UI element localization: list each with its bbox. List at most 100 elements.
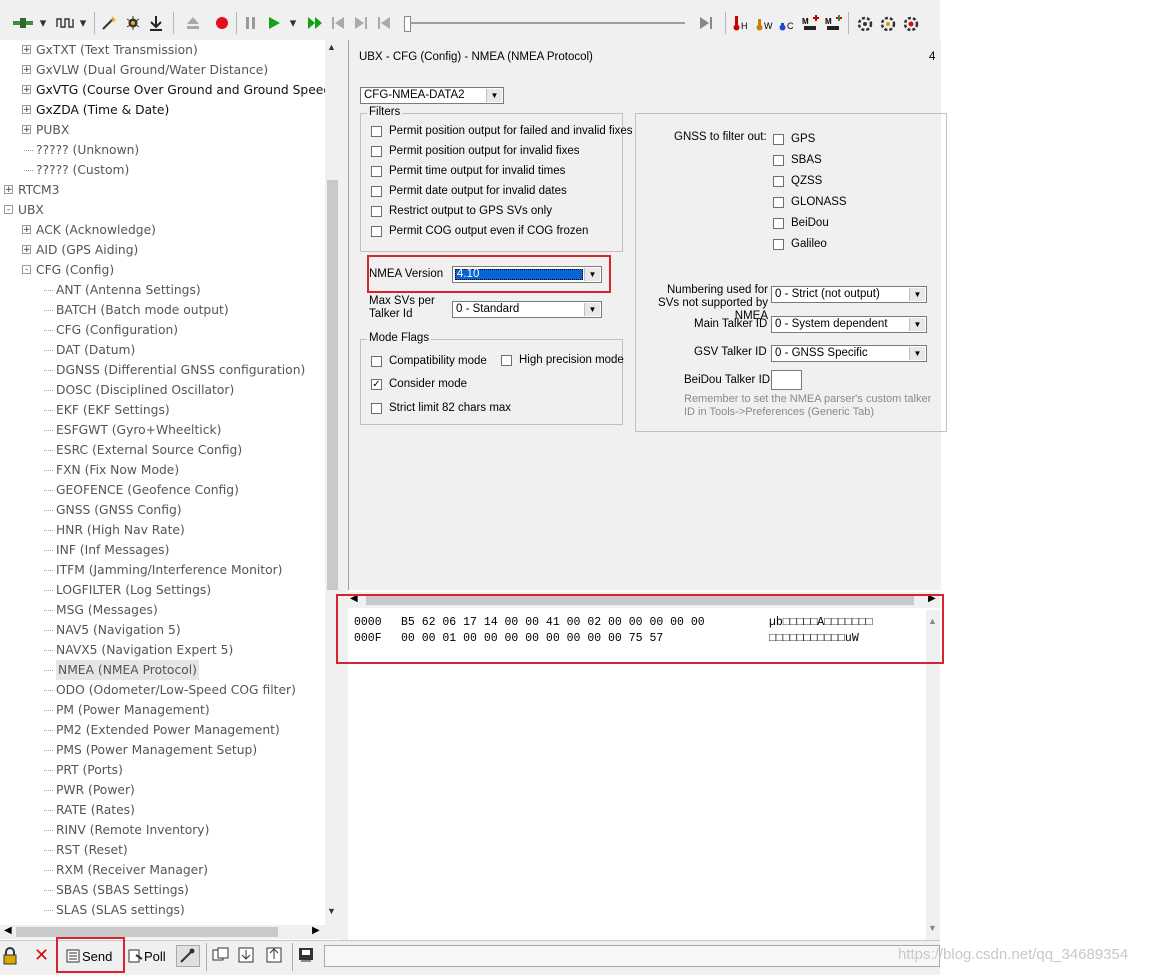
step-back-icon[interactable] (327, 12, 349, 34)
scroll-up-icon[interactable]: ▲ (327, 42, 336, 52)
tree-item[interactable]: ANT (Antenna Settings) (0, 280, 325, 300)
filter-checkbox[interactable] (371, 146, 382, 157)
tree-item[interactable]: + ACK (Acknowledge) (0, 220, 325, 240)
save-to-flash-icon[interactable] (298, 947, 316, 965)
gnss-filter-checkbox[interactable] (773, 134, 784, 145)
tree-item[interactable]: PMS (Power Management Setup) (0, 740, 325, 760)
expand-icon[interactable]: + (22, 245, 31, 255)
expand-icon[interactable]: + (22, 65, 31, 75)
tree-item[interactable]: RXM (Receiver Manager) (0, 860, 325, 880)
tree-item[interactable]: ESRC (External Source Config) (0, 440, 325, 460)
scroll-down-icon[interactable]: ▼ (928, 923, 937, 933)
hot-start-icon[interactable]: H (731, 12, 753, 34)
scroll-right-icon[interactable]: ▶ (312, 925, 320, 936)
close-icon[interactable]: ✕ (34, 946, 52, 964)
scroll-left-icon[interactable]: ◀ (4, 925, 12, 936)
tree-item[interactable]: NMEA (NMEA Protocol) (0, 660, 325, 680)
tree-item[interactable]: NAV5 (Navigation 5) (0, 620, 325, 640)
pause-icon[interactable] (240, 12, 262, 34)
gear-icon[interactable] (877, 12, 899, 34)
download-icon[interactable] (145, 12, 167, 34)
tree-item[interactable]: + AID (GPS Aiding) (0, 240, 325, 260)
wand-icon[interactable] (98, 12, 120, 34)
tree-item[interactable]: RINV (Remote Inventory) (0, 820, 325, 840)
tree-item[interactable]: ODO (Odometer/Low-Speed COG filter) (0, 680, 325, 700)
message-add-icon[interactable]: M (800, 12, 822, 34)
tree-item[interactable]: PWR (Power) (0, 780, 325, 800)
tree-item[interactable]: - CFG (Config) (0, 260, 325, 280)
chevron-down-icon[interactable]: ▼ (486, 89, 502, 102)
filter-checkbox[interactable] (371, 166, 382, 177)
receiver-config-icon[interactable] (854, 12, 876, 34)
filter-checkbox[interactable] (371, 126, 382, 137)
tree-item[interactable]: GNSS (GNSS Config) (0, 500, 325, 520)
chevron-down-icon[interactable]: ▾ (36, 12, 50, 34)
tree-item[interactable]: ITFM (Jamming/Interference Monitor) (0, 560, 325, 580)
tree-item[interactable]: + PUBX (0, 120, 325, 140)
expand-icon[interactable]: + (22, 85, 31, 95)
tree-item[interactable]: + GxVTG (Course Over Ground and Ground Sp… (0, 80, 336, 100)
tree-item[interactable]: NAVX5 (Navigation Expert 5) (0, 640, 325, 660)
splitter[interactable] (340, 40, 348, 940)
filter-checkbox[interactable] (371, 206, 382, 217)
beidou-talker-input[interactable] (771, 370, 802, 390)
filter-checkbox[interactable] (371, 186, 382, 197)
chevron-down-icon[interactable]: ▾ (286, 12, 300, 34)
tree-item[interactable]: PRT (Ports) (0, 760, 325, 780)
expand-icon[interactable]: + (22, 105, 31, 115)
baudrate-icon[interactable] (54, 12, 76, 34)
tree-item[interactable]: ESFGWT (Gyro+Wheeltick) (0, 420, 325, 440)
tree-item[interactable]: + GxTXT (Text Transmission) (0, 40, 325, 60)
expand-icon[interactable]: + (22, 45, 31, 55)
tree-item[interactable]: PM (Power Management) (0, 700, 325, 720)
tree-scroll-thumb[interactable] (327, 180, 338, 590)
tree-item[interactable]: ????? (Custom) (0, 160, 325, 180)
export-icon[interactable] (266, 947, 284, 965)
step-forward-icon[interactable] (350, 12, 372, 34)
tree-item[interactable]: MSG (Messages) (0, 600, 325, 620)
tree-item[interactable]: FXN (Fix Now Mode) (0, 460, 325, 480)
skip-end-icon[interactable] (695, 12, 717, 34)
data-select[interactable]: CFG-NMEA-DATA2 ▼ (360, 87, 504, 104)
lock-icon[interactable] (2, 947, 20, 965)
tree-item[interactable]: + GxVLW (Dual Ground/Water Distance) (0, 60, 325, 80)
tree-item[interactable]: + RTCM3 (0, 180, 325, 200)
consider-checkbox[interactable]: ✓ (371, 379, 382, 390)
tree-hscroll-thumb[interactable] (16, 927, 278, 937)
chevron-down-icon[interactable]: ▼ (909, 318, 925, 331)
chevron-down-icon[interactable]: ▼ (909, 347, 925, 360)
message-tree[interactable]: + GxTXT (Text Transmission) + GxVLW (Dual G… (0, 40, 340, 940)
tree-item[interactable]: INF (Inf Messages) (0, 540, 325, 560)
connection-icon[interactable] (10, 12, 36, 34)
auto-poll-toggle[interactable] (176, 945, 200, 967)
gnss-filter-checkbox[interactable] (773, 155, 784, 166)
tree-item[interactable]: EKF (EKF Settings) (0, 400, 325, 420)
debug-icon[interactable] (122, 12, 144, 34)
compat-checkbox[interactable] (371, 356, 382, 367)
filter-checkbox[interactable] (371, 226, 382, 237)
copy-icon[interactable] (212, 947, 230, 965)
tree-item[interactable]: DAT (Datum) (0, 340, 325, 360)
play-icon[interactable] (263, 12, 285, 34)
gnss-filter-checkbox[interactable] (773, 197, 784, 208)
strict-checkbox[interactable] (371, 403, 382, 414)
chevron-down-icon[interactable]: ▼ (909, 288, 925, 301)
import-icon[interactable] (238, 947, 256, 965)
tree-item[interactable]: ????? (Unknown) (0, 140, 325, 160)
collapse-icon[interactable]: - (22, 265, 31, 275)
tree-item[interactable]: SBAS (SBAS Settings) (0, 880, 325, 900)
eject-icon[interactable] (182, 12, 204, 34)
tree-item[interactable]: GEOFENCE (Geofence Config) (0, 480, 325, 500)
tree-item[interactable]: RST (Reset) (0, 840, 325, 860)
warm-start-icon[interactable]: W (754, 12, 776, 34)
tree-item[interactable]: CFG (Configuration) (0, 320, 325, 340)
tree-item[interactable]: RATE (Rates) (0, 800, 325, 820)
poll-button[interactable]: Poll (128, 946, 166, 966)
gnss-filter-checkbox[interactable] (773, 239, 784, 250)
expand-icon[interactable]: + (22, 125, 31, 135)
gnss-filter-checkbox[interactable] (773, 218, 784, 229)
tree-item[interactable]: HNR (High Nav Rate) (0, 520, 325, 540)
highprec-checkbox[interactable] (501, 355, 512, 366)
message-remove-icon[interactable]: M (823, 12, 845, 34)
rewind-start-icon[interactable] (373, 12, 395, 34)
